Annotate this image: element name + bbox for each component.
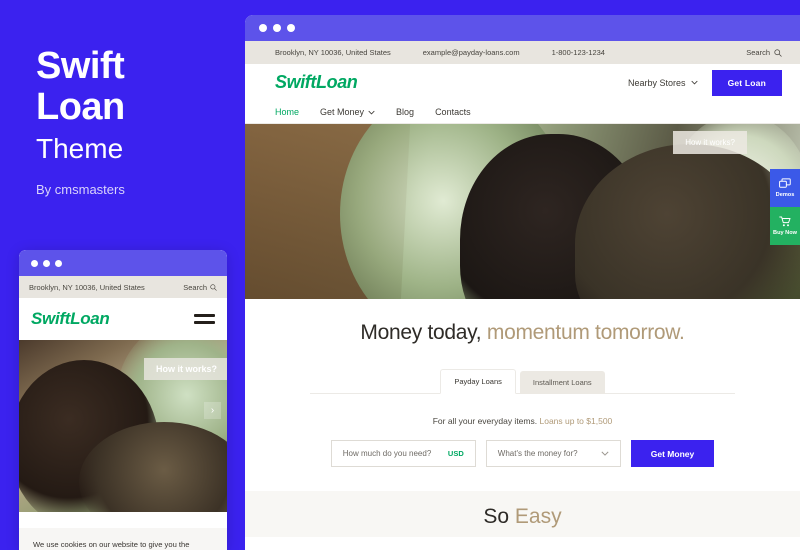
- mobile-preview-window: Brooklyn, NY 10036, United States Search…: [19, 250, 227, 550]
- loan-note-gold: Loans up to $1,500: [539, 416, 613, 426]
- demos-widget-label: Demos: [775, 192, 795, 198]
- promo-title: Swift Loan: [36, 45, 245, 129]
- mobile-search-label: Search: [183, 282, 207, 292]
- nearby-stores-label: Nearby Stores: [628, 77, 686, 88]
- window-dot-minimize[interactable]: [43, 259, 50, 267]
- side-widget-bar: Demos Buy Now: [770, 169, 800, 245]
- mobile-address: Brooklyn, NY 10036, United States: [29, 282, 145, 292]
- promo-title-line1: Swift: [36, 45, 125, 87]
- window-dot-close[interactable]: [259, 24, 267, 32]
- get-money-button[interactable]: Get Money: [630, 440, 715, 467]
- cookie-notice: We use cookies on our website to give yo…: [19, 527, 227, 550]
- topbar-phone[interactable]: 1-800-123-1234: [552, 48, 605, 57]
- amount-input[interactable]: How much do you need? USD: [330, 440, 476, 467]
- how-it-works-tab[interactable]: How it works?: [673, 131, 747, 154]
- purpose-select[interactable]: What's the money for?: [485, 440, 621, 467]
- promo-title-line2: Loan: [36, 86, 125, 129]
- nav-item-home[interactable]: Home: [275, 107, 299, 117]
- window-dot-maximize[interactable]: [287, 24, 295, 32]
- window-dot-minimize[interactable]: [273, 24, 281, 32]
- topbar-email[interactable]: example@payday-loans.com: [423, 48, 520, 57]
- browser-preview-window: Brooklyn, NY 10036, United States exampl…: [245, 15, 800, 550]
- mobile-slider-next-arrow[interactable]: ›: [204, 402, 221, 419]
- currency-label: USD: [447, 449, 464, 458]
- mobile-topbar: Brooklyn, NY 10036, United States Search: [19, 276, 227, 298]
- topbar-address: Brooklyn, NY 10036, United States: [275, 48, 391, 57]
- window-dot-close[interactable]: [31, 259, 38, 267]
- mobile-search[interactable]: Search: [183, 283, 217, 292]
- purpose-select-placeholder: What's the money for?: [497, 449, 578, 458]
- loan-note-dark: For all your everyday items.: [432, 416, 538, 426]
- cart-icon: [779, 216, 791, 227]
- site-topbar: Brooklyn, NY 10036, United States exampl…: [245, 41, 800, 64]
- loan-note: For all your everyday items. Loans up to…: [245, 416, 800, 426]
- browser-titlebar: [245, 15, 800, 41]
- mobile-logo[interactable]: SwiftLoan: [31, 309, 110, 329]
- so-easy-heading: So Easy: [483, 505, 561, 529]
- magnifier-icon: [774, 48, 782, 57]
- mobile-logo-part1: Swift: [31, 309, 71, 328]
- tab-installment-loans[interactable]: Installment Loans: [519, 371, 605, 394]
- nav-item-get-money-label: Get Money: [320, 107, 365, 117]
- mobile-hero-image: How it works? ›: [19, 340, 227, 512]
- amount-input-placeholder: How much do you need?: [342, 449, 432, 458]
- hamburger-menu-icon[interactable]: [194, 314, 215, 324]
- nearby-stores-dropdown[interactable]: Nearby Stores: [628, 78, 698, 88]
- hero-slider: How it works? Demos Buy Now: [245, 124, 800, 299]
- site-header: SwiftLoan Nearby Stores Get Loan: [245, 64, 800, 101]
- promo-byline: By cmsmasters: [36, 181, 125, 197]
- so-easy-section: So Easy: [245, 491, 800, 537]
- buy-now-widget-label: Buy Now: [773, 230, 797, 236]
- mobile-header: SwiftLoan: [19, 298, 227, 340]
- headline-dark: Money today,: [360, 321, 482, 344]
- nav-item-get-money[interactable]: Get Money: [320, 107, 375, 117]
- site-logo-part2: Loan: [316, 72, 358, 92]
- magnifier-icon: [210, 283, 217, 291]
- mobile-titlebar: [19, 250, 227, 276]
- loan-type-tabs: Payday Loans Installment Loans: [245, 369, 800, 394]
- nav-item-contacts[interactable]: Contacts: [435, 107, 471, 117]
- topbar-search-label: Search: [746, 48, 770, 57]
- hero-content: Money today, momentum tomorrow. Payday L…: [245, 299, 800, 537]
- so-easy-dark: So: [483, 505, 510, 528]
- headline-gold: momentum tomorrow.: [486, 321, 685, 344]
- promo-subtitle: Theme: [36, 133, 124, 165]
- demos-widget-button[interactable]: Demos: [770, 169, 800, 207]
- site-logo[interactable]: SwiftLoan: [275, 72, 358, 93]
- buy-now-widget-button[interactable]: Buy Now: [770, 207, 800, 245]
- site-logo-part1: Swift: [275, 72, 316, 92]
- windows-icon: [779, 178, 791, 188]
- chevron-down-icon: [368, 110, 375, 114]
- mobile-how-it-works-tab[interactable]: How it works?: [143, 358, 227, 380]
- cookie-notice-text: We use cookies on our website to give yo…: [33, 539, 190, 549]
- tab-payday-loans[interactable]: Payday Loans: [440, 369, 516, 394]
- chevron-down-icon: [601, 451, 609, 456]
- page-headline: Money today, momentum tomorrow.: [245, 321, 800, 345]
- so-easy-gold: Easy: [514, 505, 562, 528]
- site-nav: Home Get Money Blog Contacts: [245, 101, 800, 124]
- loan-calculator-form: How much do you need? USD What's the mon…: [245, 440, 800, 467]
- chevron-down-icon: [690, 80, 698, 85]
- window-dot-maximize[interactable]: [55, 259, 62, 267]
- get-loan-button[interactable]: Get Loan: [711, 69, 782, 96]
- mobile-logo-part2: Loan: [70, 309, 110, 328]
- nav-item-blog[interactable]: Blog: [396, 107, 414, 117]
- topbar-search[interactable]: Search: [746, 48, 782, 57]
